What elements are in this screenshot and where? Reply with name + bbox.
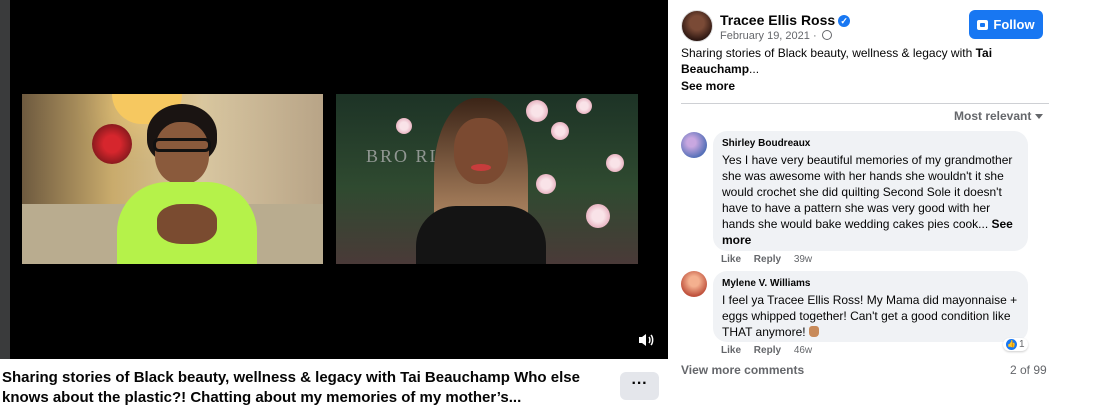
verified-badge-icon: ✓ [838, 15, 851, 27]
flower [576, 98, 592, 114]
like-link[interactable]: Like [721, 345, 741, 356]
divider [681, 103, 1049, 104]
comment-text: I feel ya Tracee Ellis Ross! My Mama did… [722, 292, 1018, 340]
host-glasses [153, 138, 211, 152]
post-date[interactable]: February 19, 2021 · [720, 30, 817, 42]
video-edge [0, 0, 10, 359]
author-avatar[interactable] [681, 10, 713, 42]
post-text-body: Sharing stories of Black beauty, wellnes… [681, 46, 976, 60]
reply-link[interactable]: Reply [754, 345, 781, 356]
reaction-count: 1 [1019, 339, 1025, 350]
commenter-name[interactable]: Shirley Boudreaux [722, 137, 1018, 150]
comment-sort-dropdown[interactable]: Most relevant [954, 109, 1044, 123]
ok-hand-emoji-icon [808, 326, 819, 337]
comment-time[interactable]: 46w [794, 345, 812, 356]
host-hands [157, 204, 217, 244]
more-options-button[interactable]: ··· [620, 372, 659, 400]
host-person [117, 104, 257, 264]
flower [551, 122, 569, 140]
commenter-name[interactable]: Mylene V. Williams [722, 277, 1018, 290]
video-player[interactable]: BRO RL xxne [0, 0, 668, 359]
flower [586, 204, 610, 228]
author-name[interactable]: Tracee Ellis Ross [720, 12, 835, 28]
guest-jacket [416, 206, 546, 264]
guest-lips [471, 164, 491, 171]
post-date-row: February 19, 2021 · [720, 30, 832, 42]
view-more-comments-link[interactable]: View more comments [681, 363, 804, 377]
comment-bubble: Shirley Boudreaux Yes I have very beauti… [713, 131, 1028, 251]
flower [396, 118, 412, 134]
comment-text: Yes I have very beautiful memories of my… [722, 152, 1018, 248]
commenter-avatar[interactable] [681, 271, 707, 297]
post-text: Sharing stories of Black beauty, wellnes… [681, 45, 1021, 77]
flower [606, 154, 624, 172]
like-link[interactable]: Like [721, 254, 741, 265]
volume-icon[interactable] [638, 332, 654, 348]
video-caption: Sharing stories of Black beauty, wellnes… [2, 369, 580, 406]
commenter-avatar[interactable] [681, 132, 707, 158]
video-tile-host [22, 94, 323, 264]
host-face [155, 122, 209, 184]
guest-person [416, 98, 546, 264]
author-name-row[interactable]: Tracee Ellis Ross ✓ [720, 12, 851, 28]
comment-body: Yes I have very beautiful memories of my… [722, 153, 1013, 231]
comment-time[interactable]: 39w [794, 254, 812, 265]
follow-label: Follow [993, 17, 1035, 32]
follow-page-icon [977, 19, 989, 30]
guest-face [454, 118, 508, 184]
comment-actions: Like Reply 39w [721, 254, 822, 265]
comment-body: I feel ya Tracee Ellis Ross! My Mama did… [722, 293, 1018, 339]
see-more-link[interactable]: See more [681, 79, 735, 93]
caret-down-icon [1035, 114, 1044, 119]
globe-icon [821, 30, 832, 40]
sort-label: Most relevant [954, 109, 1032, 123]
comment-actions: Like Reply 46w [721, 345, 822, 356]
like-reaction-icon: 👍 [1006, 339, 1017, 350]
reaction-summary[interactable]: 👍 1 [1003, 338, 1028, 351]
follow-button[interactable]: Follow [969, 10, 1043, 39]
video-tile-guest: BRO RL xxne [336, 94, 638, 264]
comment-count: 2 of 99 [1010, 363, 1047, 377]
comment-bubble: Mylene V. Williams I feel ya Tracee Elli… [713, 271, 1028, 342]
post-text-ellipsis: ... [749, 62, 760, 76]
reply-link[interactable]: Reply [754, 254, 781, 265]
